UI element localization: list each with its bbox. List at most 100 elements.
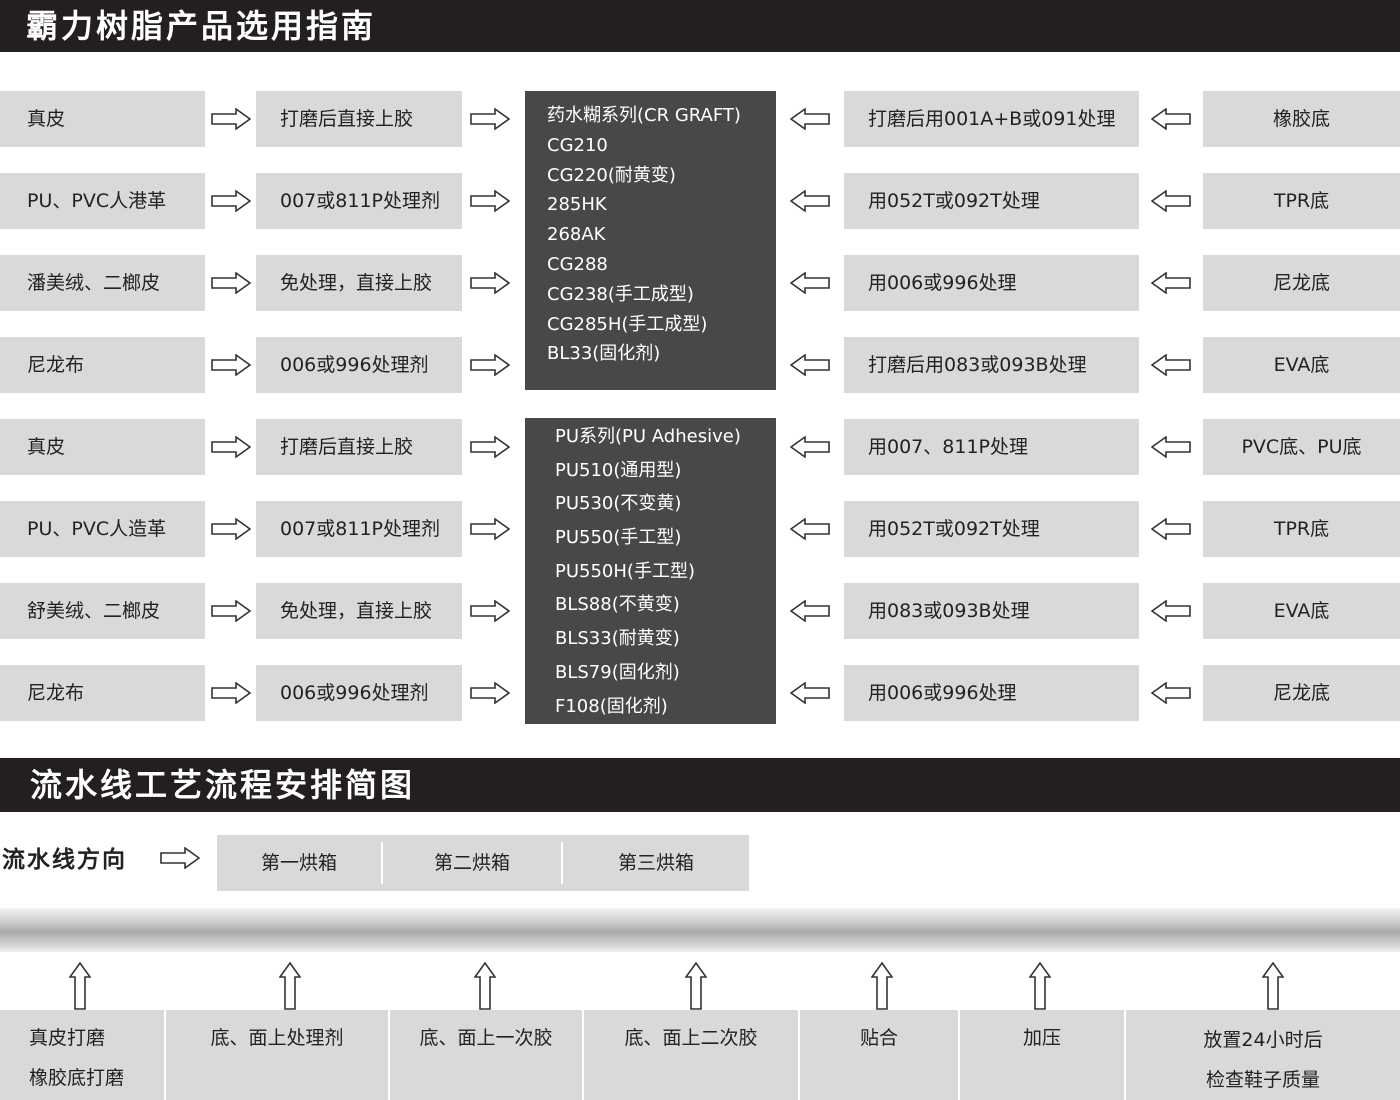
shoe-material-cell: 潘美绒、二榔皮 — [0, 255, 205, 311]
hollow-left-arrow-icon — [1151, 436, 1191, 458]
upper-treatment-cell: 007或811P处理剂 — [256, 501, 462, 557]
hollow-left-arrow-icon — [1151, 682, 1191, 704]
oven-1: 第一烘箱 — [260, 852, 337, 874]
process-step: 底、面上二次胶 — [584, 1010, 798, 1100]
hollow-right-arrow-icon — [470, 600, 510, 622]
hollow-up-arrow-icon — [1028, 961, 1052, 1010]
step-text: 底、面上处理剂 — [210, 1027, 344, 1049]
sole-treatment-cell: 用006或996处理 — [844, 255, 1139, 311]
product-item: BLS79(固化剂) — [555, 661, 680, 683]
hollow-right-arrow-icon — [211, 436, 251, 458]
step-text: 放置24小时后 — [1203, 1029, 1323, 1051]
hollow-right-arrow-icon — [470, 272, 510, 294]
shoe-material-cell: 尼龙布 — [0, 337, 205, 393]
hollow-right-arrow-icon — [470, 108, 510, 130]
sole-type-cell: EVA底 — [1203, 337, 1400, 393]
hollow-right-arrow-icon — [470, 518, 510, 540]
oven-3: 第三烘箱 — [617, 852, 694, 874]
step-text: 真皮打磨 — [29, 1027, 106, 1049]
shoe-material-cell: PU、PVC人港革 — [0, 173, 205, 229]
hollow-right-arrow-icon — [211, 682, 251, 704]
hollow-left-arrow-icon — [1151, 190, 1191, 212]
hollow-left-arrow-icon — [790, 108, 830, 130]
product-item: BL33(固化剂) — [547, 343, 661, 365]
step-text: 检查鞋子质量 — [1205, 1069, 1320, 1091]
product-item: PU510(通用型) — [555, 459, 682, 481]
sole-type-cell: PVC底、PU底 — [1203, 419, 1400, 475]
conveyor-belt — [0, 908, 1400, 952]
hollow-left-arrow-icon — [1151, 272, 1191, 294]
product-item: 268AK — [547, 224, 606, 246]
hollow-right-arrow-icon — [211, 272, 251, 294]
sole-treatment-cell: 打磨后用083或093B处理 — [844, 337, 1139, 393]
sole-treatment-cell: 用007、811P处理 — [844, 419, 1139, 475]
oven-2: 第二烘箱 — [433, 852, 510, 874]
hollow-right-arrow-icon — [211, 600, 251, 622]
upper-treatment-cell: 打磨后直接上胶 — [256, 419, 462, 475]
sole-treatment-cell: 用083或093B处理 — [844, 583, 1139, 639]
hollow-up-arrow-icon — [68, 961, 92, 1010]
hollow-left-arrow-icon — [790, 190, 830, 212]
hollow-right-arrow-icon — [211, 190, 251, 212]
product-item: PU530(不变黄) — [555, 493, 682, 515]
oven-bar: 第一烘箱 第二烘箱 第三烘箱 — [217, 835, 749, 891]
hollow-right-arrow-icon — [160, 847, 200, 869]
shoe-material-cell: PU、PVC人造革 — [0, 501, 205, 557]
hollow-right-arrow-icon — [470, 354, 510, 376]
hollow-left-arrow-icon — [790, 682, 830, 704]
hollow-left-arrow-icon — [790, 518, 830, 540]
product-item: CG285H(手工成型) — [547, 313, 708, 335]
sole-type-cell: 橡胶底 — [1203, 91, 1400, 147]
product-item: PU550H(手工型) — [555, 560, 695, 582]
product-item: CG288 — [547, 253, 608, 275]
flow-direction-label: 流水线方向 — [2, 847, 127, 873]
product-item: CG238(手工成型) — [547, 283, 694, 305]
product-item: CG210 — [547, 134, 608, 156]
hollow-left-arrow-icon — [790, 600, 830, 622]
product-item: 285HK — [547, 194, 607, 216]
step-text: 橡胶底打磨 — [29, 1067, 125, 1089]
hollow-right-arrow-icon — [470, 682, 510, 704]
product-item: BLS88(不黄变) — [555, 594, 680, 616]
hollow-up-arrow-icon — [1261, 961, 1285, 1010]
step-text: 贴合 — [859, 1027, 898, 1049]
shoe-material-cell: 真皮 — [0, 419, 205, 475]
cr-graft-product-list: 药水糊系列(CR GRAFT) CG210 CG220(耐黄变) 285HK 2… — [525, 91, 776, 390]
product-item: PU550(手工型) — [555, 527, 682, 549]
sole-treatment-cell: 打磨后用001A+B或091处理 — [844, 91, 1139, 147]
hollow-left-arrow-icon — [1151, 600, 1191, 622]
process-steps-bar: 真皮打磨 橡胶底打磨 底、面上处理剂 底、面上一次胶 底、面上二次胶 贴合 加压… — [0, 1010, 1400, 1100]
sole-type-cell: TPR底 — [1203, 173, 1400, 229]
step-text: 底、面上一次胶 — [419, 1027, 553, 1049]
hollow-left-arrow-icon — [790, 436, 830, 458]
product-item: PU系列(PU Adhesive) — [555, 426, 741, 447]
hollow-up-arrow-icon — [684, 961, 708, 1010]
sole-type-cell: EVA底 — [1203, 583, 1400, 639]
hollow-left-arrow-icon — [1151, 354, 1191, 376]
hollow-right-arrow-icon — [211, 108, 251, 130]
step-text: 底、面上二次胶 — [624, 1027, 758, 1049]
page-title: 霸力树脂产品选用指南 — [0, 0, 1400, 52]
upper-treatment-cell: 免处理，直接上胶 — [256, 255, 462, 311]
process-step: 贴合 — [800, 1010, 958, 1100]
hollow-left-arrow-icon — [790, 354, 830, 376]
process-step: 底、面上一次胶 — [390, 1010, 582, 1100]
upper-treatment-cell: 006或996处理剂 — [256, 665, 462, 721]
product-item: 药水糊系列(CR GRAFT) — [547, 105, 741, 126]
hollow-up-arrow-icon — [870, 961, 894, 1010]
process-step: 放置24小时后 检查鞋子质量 — [1126, 1010, 1400, 1100]
process-step: 真皮打磨 橡胶底打磨 — [0, 1010, 164, 1100]
sole-treatment-cell: 用052T或092T处理 — [844, 501, 1139, 557]
product-item: F108(固化剂) — [555, 695, 668, 717]
product-item: CG220(耐黄变) — [547, 164, 676, 186]
hollow-up-arrow-icon — [473, 961, 497, 1010]
hollow-left-arrow-icon — [790, 272, 830, 294]
sole-treatment-cell: 用052T或092T处理 — [844, 173, 1139, 229]
upper-treatment-cell: 免处理，直接上胶 — [256, 583, 462, 639]
shoe-material-cell: 舒美绒、二榔皮 — [0, 583, 205, 639]
hollow-right-arrow-icon — [470, 190, 510, 212]
hollow-right-arrow-icon — [211, 518, 251, 540]
sole-type-cell: TPR底 — [1203, 501, 1400, 557]
hollow-right-arrow-icon — [470, 436, 510, 458]
pu-adhesive-product-list: PU系列(PU Adhesive) PU510(通用型) PU530(不变黄) … — [525, 418, 776, 724]
